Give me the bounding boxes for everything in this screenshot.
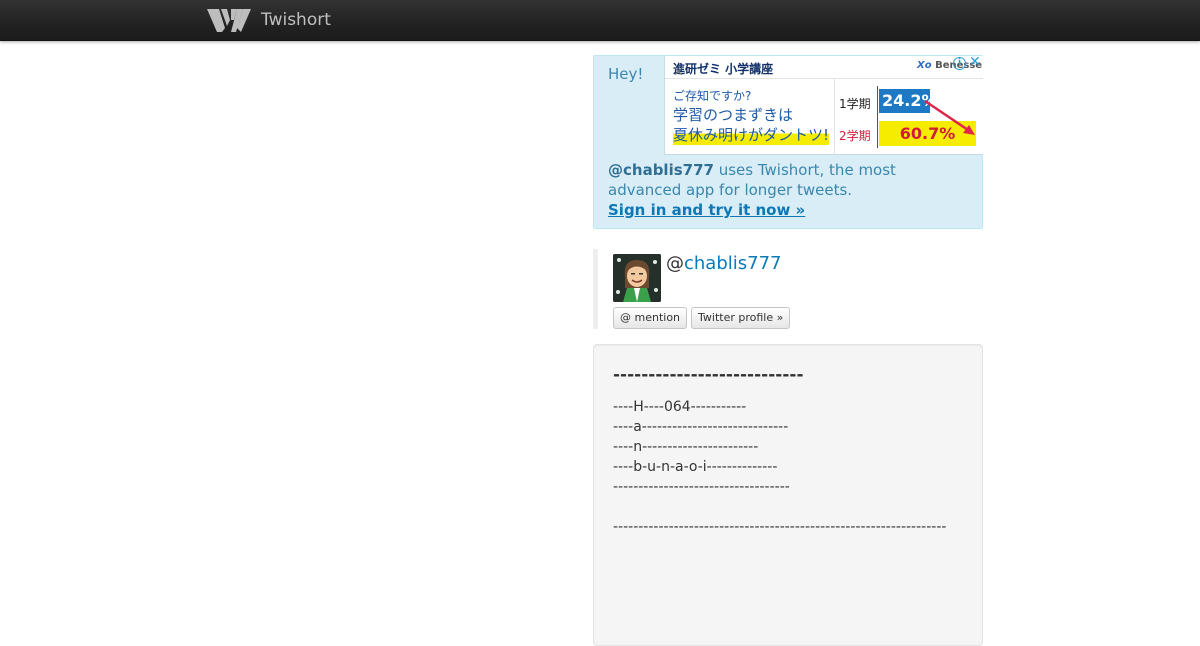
tweet-line: ----------------------------------------… (613, 519, 947, 535)
arrow-icon (923, 96, 979, 150)
hey-handle: @chablis777 (608, 161, 714, 179)
tweet-line: ----n----------------------- (613, 439, 759, 455)
username-link[interactable]: chablis777 (684, 253, 782, 274)
ad-axis-line (877, 86, 878, 148)
ad-term1-label: 1学期 (839, 97, 871, 111)
ad-divider (834, 78, 835, 154)
signin-link[interactable]: Sign in and try it now » (608, 200, 805, 220)
hey-message: @chablis777 uses Twishort, the most adva… (608, 160, 970, 220)
ad-title: 進研ゼミ 小学講座 (673, 62, 774, 76)
tweet-line: ----------------------------------- (613, 479, 790, 495)
brand-link[interactable]: Twishort (207, 4, 331, 36)
tweet-line: ----b-u-n-a-o-i-------------- (613, 459, 778, 475)
hey-greeting: Hey! (608, 65, 644, 83)
hey-info-box: Hey! 進研ゼミ 小学講座 Xo Benesse i ✕ ✕ ご存知ですか? … (593, 55, 983, 229)
tweet-content-box: --------------------------- ----H----064… (593, 344, 983, 646)
author-profile: @chablis777 @ mention Twitter profile » (593, 249, 988, 329)
tweet-line: ----H----064----------- (613, 399, 747, 415)
ad-headline-1: 学習のつまずきは (673, 106, 794, 124)
mention-button[interactable]: @ mention (613, 307, 688, 329)
ad-choices-icon[interactable]: ✕ (673, 65, 684, 80)
tweet-heading: --------------------------- (613, 365, 804, 385)
ad-term2-label: 2学期 (839, 129, 871, 143)
info-icon[interactable]: i (953, 57, 966, 70)
profile-username: @chablis777 (666, 253, 782, 274)
close-icon[interactable]: ✕ (969, 56, 981, 69)
tweet-line: ----a----------------------------- (613, 419, 789, 435)
avatar[interactable] (613, 254, 661, 302)
ad-headline-2: 夏休み明けがダントツ! (673, 124, 830, 145)
top-navbar: Twishort (0, 0, 1200, 41)
ad-header: 進研ゼミ 小学講座 Xo Benesse i ✕ (665, 56, 983, 79)
advertisement-banner[interactable]: 進研ゼミ 小学講座 Xo Benesse i ✕ ✕ ご存知ですか? 学習のつま… (664, 56, 983, 155)
ad-question: ご存知ですか? (673, 89, 752, 103)
brand-name: Twishort (261, 10, 331, 30)
twitter-profile-button[interactable]: Twitter profile » (691, 307, 791, 329)
twishort-logo-icon (207, 6, 251, 34)
